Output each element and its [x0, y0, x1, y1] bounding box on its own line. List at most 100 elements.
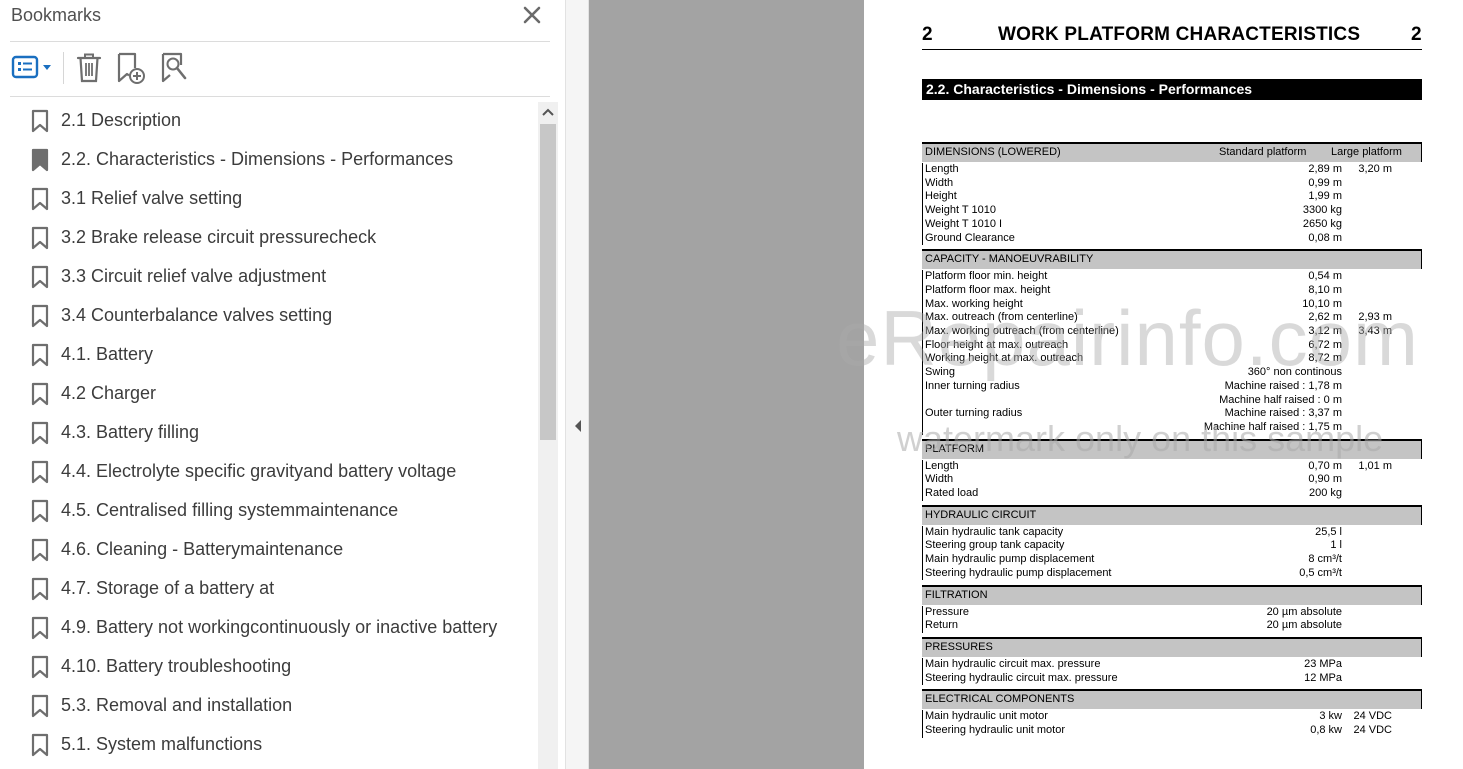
bookmark-icon: [29, 343, 51, 367]
bookmark-label: 3.4 Counterbalance valves setting: [61, 305, 333, 325]
triangle-left-icon: [575, 420, 581, 432]
close-panel-button[interactable]: [520, 3, 544, 27]
spec-row: Steering group tank capacity 1 l: [922, 539, 1422, 553]
bookmark-item[interactable]: 3.2 Brake release circuit pressurecheck: [18, 219, 536, 258]
spec-label: Platform floor max. height: [925, 283, 1051, 296]
column-header-large: Large platform: [1331, 146, 1402, 158]
spec-value: 23 MPa: [1304, 657, 1342, 670]
bookmark-item[interactable]: 4.4. Electrolyte specific gravityand bat…: [18, 453, 536, 492]
bookmark-item[interactable]: 4.3. Battery filling: [18, 414, 536, 453]
bookmark-item[interactable]: 5.3. Removal and installation: [18, 687, 536, 726]
collapse-panel-button[interactable]: [572, 418, 584, 434]
spec-value: 8,72 m: [1308, 352, 1342, 365]
find-bookmark-button[interactable]: [158, 51, 190, 85]
spec-label: Rated load: [925, 487, 979, 499]
options-list-icon: [11, 55, 51, 79]
spec-value: 0,70 m: [1308, 459, 1342, 472]
chevron-up-icon: [542, 108, 554, 116]
bookmark-item[interactable]: 4.2 Charger: [18, 375, 536, 414]
add-bookmark-button[interactable]: [114, 51, 148, 85]
bookmark-item[interactable]: 5.1. System malfunctions: [18, 726, 536, 765]
bookmark-icon: [29, 694, 51, 718]
spec-row: Steering hydraulic unit motor 0,8 kw 24 VD…: [922, 724, 1422, 738]
bookmark-label: 2.2. Characteristics - Dimensions - Perf…: [61, 149, 454, 169]
spec-row: Ground Clearance 0,08 m: [922, 232, 1422, 246]
bookmark-item[interactable]: 2.1 Description: [18, 102, 536, 141]
close-icon: [523, 6, 541, 24]
spec-value-large: 24 VDC: [1353, 724, 1392, 736]
spec-value: 200 kg: [1308, 487, 1342, 499]
spec-row: Platform floor max. height 8,10 m: [922, 284, 1422, 298]
spec-section-title: ELECTRICAL COMPONENTS: [925, 693, 1075, 706]
spec-value: 20 µm absolute: [1266, 605, 1342, 618]
section-left-rule: [922, 459, 923, 501]
spec-value: 1 l: [1330, 539, 1342, 552]
bookmark-icon: [29, 226, 51, 250]
spec-value-large: 3,43 m: [1358, 325, 1392, 337]
bookmark-icon: [29, 148, 51, 172]
spec-label: Floor height at max. outreach: [925, 338, 1069, 351]
bookmark-item[interactable]: 4.9. Battery not workingcontinuously or …: [18, 609, 536, 648]
bookmark-item[interactable]: 3.1 Relief valve setting: [18, 180, 536, 219]
spec-value: Machine half raised : 0 m: [1219, 393, 1342, 406]
bookmark-label: 5.3. Removal and installation: [61, 695, 293, 715]
spec-section-title: HYDRAULIC CIRCUIT: [925, 508, 1037, 521]
spec-row: Steering hydraulic circuit max. pressure…: [922, 672, 1422, 686]
bookmark-scrollbar[interactable]: [538, 102, 558, 769]
spec-row: Max. working height 10,10 m: [922, 298, 1422, 312]
bookmark-label: 4.5. Centralised filling systemmaintenan…: [61, 500, 399, 520]
spec-section-title: CAPACITY - MANOEUVRABILITY: [925, 253, 1094, 266]
spec-label: Weight T 1010: [925, 204, 996, 217]
bookmark-icon: [29, 538, 51, 562]
spec-label: Steering hydraulic unit motor: [925, 724, 1066, 736]
spec-value: Machine raised : 1,78 m: [1224, 379, 1342, 392]
spec-value: 0,5 cm³/t: [1299, 566, 1342, 579]
scroll-up-button[interactable]: [538, 102, 558, 124]
bookmark-item[interactable]: 4.6. Cleaning - Batterymaintenance: [18, 531, 536, 570]
bookmark-label: 4.10. Battery troubleshooting: [61, 656, 292, 676]
spec-value: Machine raised : 3,37 m: [1224, 407, 1342, 420]
spec-value: 6,72 m: [1308, 338, 1342, 351]
bookmark-label: 4.2 Charger: [61, 383, 157, 403]
spec-section-header: PLATFORM: [922, 438, 1422, 459]
options-menu-button[interactable]: [10, 51, 56, 85]
bookmark-label: 4.3. Battery filling: [61, 422, 200, 442]
bookmark-item[interactable]: 4.10. Battery troubleshooting: [18, 648, 536, 687]
spec-row: Max. working outreach (from centerline) 3…: [922, 325, 1422, 339]
panel-splitter[interactable]: [565, 0, 589, 769]
bookmark-label: 3.2 Brake release circuit pressurecheck: [61, 227, 377, 247]
spec-value: 3,12 m: [1308, 325, 1342, 337]
spec-value: 2650 kg: [1302, 217, 1342, 230]
spec-value: 2,62 m: [1308, 311, 1342, 324]
bookmark-label: 2.1 Description: [61, 110, 182, 130]
delete-bookmark-button[interactable]: [74, 51, 104, 85]
spec-value: Machine half raised : 1,75 m: [1203, 420, 1342, 433]
spec-row: Main hydraulic circuit max. pressure 23 M…: [922, 658, 1422, 672]
spec-row: Inner turning radius Machine raised : 1,7…: [922, 380, 1422, 394]
spec-value-large: 3,20 m: [1358, 163, 1392, 175]
spec-value-large: 2,93 m: [1358, 311, 1392, 324]
spec-label: Return: [925, 619, 959, 632]
spec-label: Weight T 1010 I: [925, 217, 1003, 230]
bookmark-item[interactable]: 3.4 Counterbalance valves setting: [18, 297, 536, 336]
scroll-thumb[interactable]: [540, 124, 556, 440]
spec-section-header: ELECTRICAL COMPONENTS: [922, 689, 1422, 710]
spec-row: Steering hydraulic pump displacement 0,5 …: [922, 567, 1422, 581]
spec-row: Width 0,99 m: [922, 177, 1422, 191]
bookmark-label: 4.9. Battery not workingcontinuously or …: [61, 617, 498, 637]
spec-section-header: FILTRATION: [922, 584, 1422, 605]
bookmark-item[interactable]: 4.1. Battery: [18, 336, 536, 375]
spec-label: Height: [925, 190, 957, 203]
spec-label: Main hydraulic pump displacement: [925, 553, 1095, 566]
bookmark-item[interactable]: 4.7. Storage of a battery at: [18, 570, 536, 609]
bookmark-item[interactable]: 4.5. Centralised filling systemmaintenan…: [18, 492, 536, 531]
spec-row: Machine half raised : 1,75 m: [922, 421, 1422, 435]
section-left-rule: [922, 270, 923, 435]
bookmark-item[interactable]: 2.2. Characteristics - Dimensions - Perf…: [18, 141, 536, 180]
bookmark-item[interactable]: 3.3 Circuit relief valve adjustment: [18, 258, 536, 297]
bookmark-label: 4.4. Electrolyte specific gravityand bat…: [61, 461, 457, 481]
spec-label: Ground Clearance: [925, 231, 1015, 244]
spec-label: Main hydraulic circuit max. pressure: [925, 657, 1101, 670]
bookmarks-header: Bookmarks: [0, 0, 565, 42]
bookmark-label: 4.1. Battery: [61, 344, 154, 364]
